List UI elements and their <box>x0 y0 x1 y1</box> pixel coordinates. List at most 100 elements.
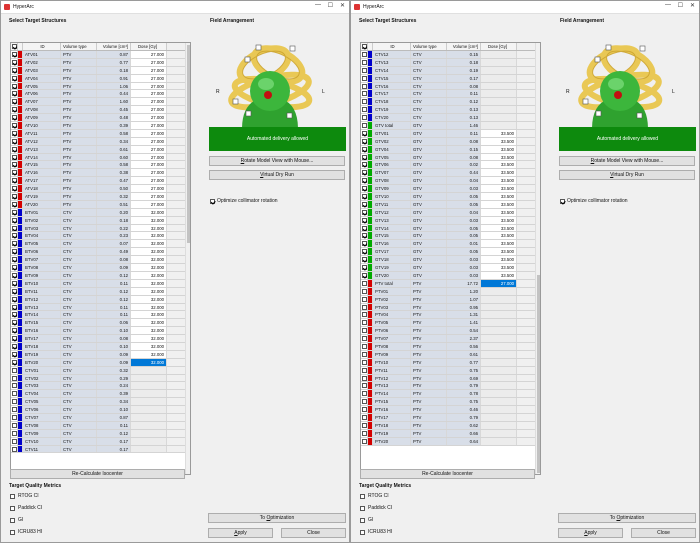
table-row[interactable]: PTV05 PTV 1.41 <box>361 319 540 328</box>
row-check-cell[interactable] <box>361 358 368 366</box>
row-checkbox[interactable] <box>361 241 367 247</box>
table-row[interactable]: CTV04 CTV 0.39 <box>11 390 190 399</box>
table-row[interactable]: GTV04 GTV 0.15 33.500 <box>361 145 540 154</box>
row-check-cell[interactable] <box>11 90 18 98</box>
row-check-cell[interactable] <box>361 208 368 216</box>
close-button[interactable]: Close <box>631 528 696 538</box>
table-row[interactable]: ATV06 PTV 0.44 27.000 <box>11 90 190 99</box>
row-checkbox[interactable] <box>11 59 17 65</box>
table-row[interactable]: BTV18 CTV 0.10 32.000 <box>11 342 190 351</box>
row-check-cell[interactable] <box>361 287 368 295</box>
maximize-icon[interactable]: ☐ <box>678 2 683 9</box>
row-checkbox[interactable] <box>361 115 367 121</box>
dose-field[interactable]: 27.000 <box>131 169 167 177</box>
row-checkbox[interactable] <box>361 154 367 160</box>
table-row[interactable]: PTV17 PTV 0.79 <box>361 413 540 422</box>
dose-field[interactable] <box>481 374 517 382</box>
model-view[interactable] <box>574 29 666 129</box>
table-row[interactable]: ATV05 PTV 1.06 27.000 <box>11 82 190 91</box>
dose-field[interactable]: 32.000 <box>131 303 167 311</box>
row-checkbox[interactable] <box>11 241 17 247</box>
dose-field[interactable]: 32.000 <box>131 224 167 232</box>
metric-checkbox[interactable] <box>10 529 15 535</box>
table-row[interactable]: PTV10 PTV 0.77 <box>361 358 540 367</box>
apply-button[interactable]: Apply <box>208 528 273 538</box>
row-checkbox[interactable] <box>361 367 367 373</box>
row-check-cell[interactable] <box>361 98 368 106</box>
title-bar[interactable]: HyperArc — ☐ ✕ <box>1 1 349 14</box>
dose-field[interactable]: 27.000 <box>131 161 167 169</box>
row-checkbox[interactable] <box>361 422 367 428</box>
row-checkbox[interactable] <box>361 194 367 200</box>
dose-field[interactable] <box>131 429 167 437</box>
row-checkbox[interactable] <box>11 123 17 129</box>
table-row[interactable]: ATV19 PTV 0.32 27.000 <box>11 193 190 201</box>
row-check-cell[interactable] <box>11 271 18 279</box>
metric-option[interactable]: Paddick CI <box>10 505 42 511</box>
row-checkbox[interactable] <box>11 233 17 239</box>
dose-field[interactable]: 33.500 <box>481 185 517 193</box>
table-row[interactable]: BTV11 CTV 0.12 32.000 <box>11 287 190 296</box>
row-check-cell[interactable] <box>361 74 368 82</box>
dose-field[interactable]: 27.000 <box>131 185 167 193</box>
table-row[interactable]: ATV04 PTV 0.91 27.000 <box>11 74 190 83</box>
row-check-cell[interactable] <box>361 374 368 382</box>
dose-field[interactable] <box>481 413 517 421</box>
row-checkbox[interactable] <box>361 383 367 389</box>
row-checkbox[interactable] <box>11 201 17 207</box>
row-check-cell[interactable] <box>361 303 368 311</box>
recalculate-isocenter-button[interactable]: Re-Calculate Isocenter <box>360 469 535 479</box>
dose-field[interactable] <box>481 51 517 58</box>
table-row[interactable]: CTV11 CTV 0.17 <box>11 445 190 454</box>
dose-field[interactable] <box>481 66 517 74</box>
close-icon[interactable]: ✕ <box>340 2 345 9</box>
table-row[interactable]: ATV11 PTV 0.58 27.000 <box>11 129 190 138</box>
table-row[interactable]: GTV12 GTV 0.04 33.500 <box>361 208 540 217</box>
table-row[interactable]: BTV02 CTV 0.18 32.000 <box>11 216 190 225</box>
row-checkbox[interactable] <box>11 154 17 160</box>
row-checkbox[interactable] <box>361 265 367 271</box>
header-dose[interactable]: Dose [Gy] <box>481 43 517 50</box>
row-checkbox[interactable] <box>361 83 367 89</box>
scrollbar-thumb[interactable] <box>537 275 540 473</box>
row-check-cell[interactable] <box>361 319 368 327</box>
header-id[interactable]: ID <box>373 43 411 50</box>
row-checkbox[interactable] <box>361 312 367 318</box>
dose-field[interactable] <box>481 358 517 366</box>
to-optimization-button[interactable]: To Optimization <box>558 513 696 523</box>
dose-field[interactable]: 32.000 <box>131 279 167 287</box>
row-check-cell[interactable] <box>11 350 18 358</box>
dose-field[interactable] <box>481 311 517 319</box>
table-row[interactable]: PTV19 PTV 0.66 <box>361 429 540 438</box>
row-check-cell[interactable] <box>361 421 368 429</box>
row-checkbox[interactable] <box>11 170 17 176</box>
row-checkbox[interactable] <box>361 399 367 405</box>
row-check-cell[interactable] <box>361 382 368 390</box>
row-check-cell[interactable] <box>11 185 18 193</box>
header-id[interactable]: ID <box>23 43 61 50</box>
dose-field[interactable]: 33.500 <box>481 264 517 271</box>
dose-field[interactable] <box>131 382 167 390</box>
table-row[interactable]: PTV09 PTV 0.61 <box>361 350 540 359</box>
table-row[interactable]: BTV19 CTV 0.09 32.000 <box>11 350 190 359</box>
row-checkbox[interactable] <box>11 359 17 365</box>
row-check-cell[interactable] <box>11 256 18 264</box>
dose-field[interactable]: 33.500 <box>481 153 517 161</box>
row-checkbox[interactable] <box>11 186 17 192</box>
table-row[interactable]: ATV17 PTV 0.47 27.000 <box>11 177 190 186</box>
row-check-cell[interactable] <box>11 161 18 169</box>
dose-field[interactable]: 33.500 <box>481 169 517 177</box>
row-checkbox[interactable] <box>361 52 367 57</box>
metric-checkbox[interactable] <box>10 517 15 523</box>
header-volume-type[interactable]: Volume type <box>411 43 447 50</box>
row-checkbox[interactable] <box>11 296 17 302</box>
row-check-cell[interactable] <box>361 311 368 319</box>
table-row[interactable]: PTV11 PTV 0.75 <box>361 366 540 375</box>
dose-field[interactable]: 33.500 <box>481 177 517 185</box>
row-checkbox[interactable] <box>361 304 367 310</box>
row-check-cell[interactable] <box>11 406 18 413</box>
field-arrangement-model[interactable] <box>574 29 666 129</box>
dose-field[interactable]: 32.000 <box>131 342 167 350</box>
row-checkbox[interactable] <box>11 288 17 294</box>
table-row[interactable]: CTV05 CTV 0.34 <box>11 398 190 407</box>
